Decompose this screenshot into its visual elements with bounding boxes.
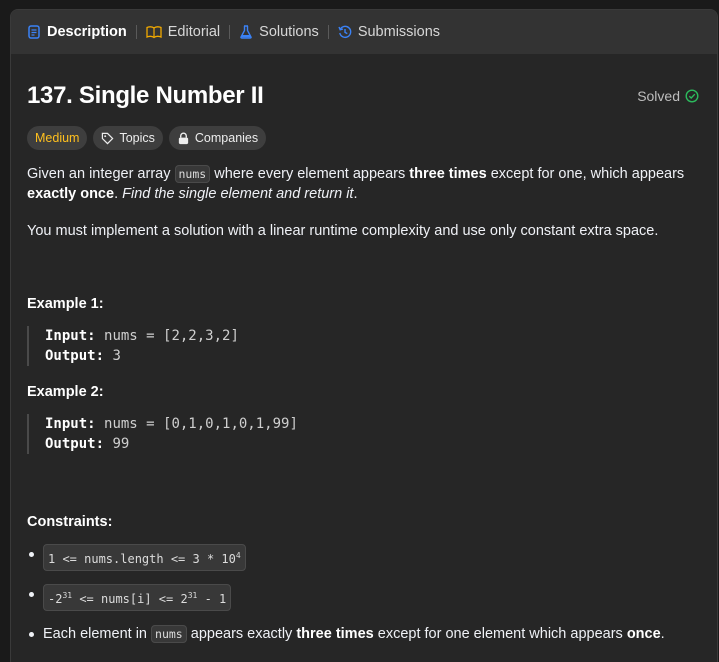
- companies-label: Companies: [194, 131, 259, 145]
- description-paragraph-2: You must implement a solution with a lin…: [27, 223, 659, 239]
- text: -2: [48, 592, 63, 606]
- topics-label: Topics: [119, 131, 155, 145]
- input-value: nums = [2,2,3,2]: [104, 328, 239, 344]
- example-1-title: Example 1:: [27, 296, 104, 312]
- book-icon: [146, 26, 162, 39]
- bold-text: once: [626, 626, 661, 642]
- tab-divider: [135, 25, 137, 39]
- solved-label: Solved: [637, 88, 680, 104]
- tab-divider: [327, 25, 329, 39]
- tag-row: Medium Topics Companies: [27, 126, 701, 150]
- tab-divider: [229, 25, 231, 39]
- example-2-title: Example 2:: [27, 384, 104, 400]
- constraint-item: 1 <= nums.length <= 3 * 104: [27, 544, 701, 571]
- bold-text: exactly once: [27, 186, 115, 202]
- bold-text: three times: [296, 626, 374, 642]
- tag-icon: [102, 132, 114, 144]
- text: Each element in: [43, 626, 147, 642]
- description-content: 137. Single Number II Solved Medium Topi…: [11, 78, 717, 644]
- tab-label: Description: [47, 24, 127, 40]
- problem-panel: Description Editorial Solutions Submissi…: [10, 9, 718, 662]
- tab-solutions[interactable]: Solutions: [235, 24, 323, 40]
- text: where every element appears: [214, 166, 406, 182]
- constraint-code: 1 <= nums.length <= 3 * 104: [43, 544, 246, 571]
- lock-icon: [178, 132, 189, 144]
- constraints-list: 1 <= nums.length <= 3 * 104 -231 <= nums…: [27, 544, 701, 644]
- text: Given an integer array: [27, 166, 171, 182]
- problem-title[interactable]: 137. Single Number II: [27, 82, 264, 110]
- history-icon: [338, 25, 352, 39]
- text: appears exactly: [190, 626, 293, 642]
- output-label: Output:: [45, 348, 105, 364]
- text: .: [353, 186, 358, 202]
- solved-status: Solved: [637, 88, 699, 104]
- tab-label: Submissions: [357, 24, 441, 40]
- superscript: 31: [187, 591, 198, 600]
- title-row: 137. Single Number II Solved: [27, 78, 701, 122]
- constraints-title: Constraints:: [27, 514, 113, 530]
- difficulty-badge: Medium: [27, 126, 88, 150]
- tab-bar: Description Editorial Solutions Submissi…: [11, 10, 717, 54]
- flask-icon: [240, 25, 252, 39]
- input-value: nums = [0,1,0,1,0,1,99]: [104, 416, 298, 432]
- description-icon: [28, 25, 40, 39]
- window-top-strip: [0, 0, 719, 9]
- topics-button[interactable]: Topics: [93, 126, 163, 150]
- inline-code: nums: [151, 625, 187, 643]
- text: <= nums[i] <= 2: [79, 592, 188, 606]
- text: except for one, which appears: [490, 166, 685, 182]
- inline-code: nums: [174, 165, 211, 183]
- tab-label: Editorial: [167, 24, 221, 40]
- text: .: [114, 186, 119, 202]
- bold-text: three times: [409, 166, 487, 182]
- check-circle-icon: [685, 89, 699, 103]
- tab-description[interactable]: Description: [23, 24, 131, 40]
- text: .: [660, 626, 665, 642]
- description-paragraph-1: Given an integer array nums where every …: [27, 164, 701, 204]
- tab-editorial[interactable]: Editorial: [142, 24, 224, 40]
- output-label: Output:: [45, 436, 105, 452]
- example-1-block: Input: nums = [2,2,3,2] Output: 3: [27, 326, 701, 366]
- text: except for one element which appears: [377, 626, 623, 642]
- output-value: 99: [112, 436, 130, 452]
- input-label: Input:: [45, 416, 96, 432]
- output-value: 3: [112, 348, 121, 364]
- constraint-item: Each element in nums appears exactly thr…: [27, 624, 701, 644]
- text: 1 <= nums.length <= 3 * 10: [48, 552, 236, 566]
- input-label: Input:: [45, 328, 96, 344]
- constraint-item: -231 <= nums[i] <= 231 - 1: [27, 584, 701, 611]
- tab-label: Solutions: [259, 24, 319, 40]
- text: - 1: [204, 592, 227, 606]
- superscript: 31: [62, 591, 73, 600]
- italic-text: Find the single element and return it: [122, 186, 354, 202]
- constraint-code: -231 <= nums[i] <= 231 - 1: [43, 584, 232, 611]
- example-2-block: Input: nums = [0,1,0,1,0,1,99] Output: 9…: [27, 414, 701, 454]
- companies-button[interactable]: Companies: [168, 126, 267, 150]
- tab-submissions[interactable]: Submissions: [334, 24, 444, 40]
- superscript: 4: [235, 551, 241, 560]
